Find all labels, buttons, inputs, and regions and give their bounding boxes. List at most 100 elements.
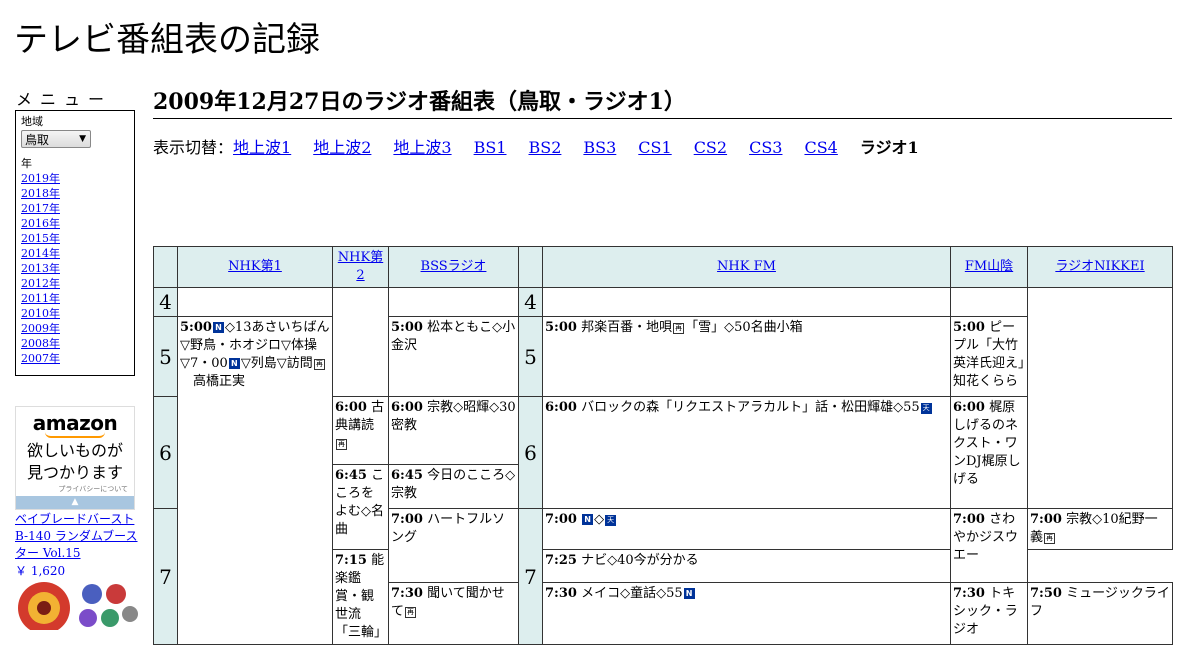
program-cell[interactable]: 7:50 ミュージックライフ (1027, 582, 1173, 645)
channel-header: FM山陰 (950, 246, 1028, 288)
hour-label: 7 (518, 508, 543, 645)
hour-label: 6 (518, 396, 543, 509)
program-cell[interactable]: 6:45 今日のこころ◇宗教 (388, 464, 519, 509)
switch-link-terrestrial2[interactable]: 地上波2 (313, 138, 371, 157)
program-cell[interactable]: 6:00 梶原しげるのネクスト・ワンDJ梶原しげる (950, 396, 1028, 509)
year-link[interactable]: 2013年 (21, 262, 60, 275)
news-icon: N (228, 358, 240, 369)
switch-link-bs2[interactable]: BS2 (528, 138, 561, 157)
program-cell[interactable]: 7:00 ハートフルソング (388, 507, 519, 584)
year-link[interactable]: 2011年 (21, 292, 60, 305)
view-switcher: 表示切替：地上波1 地上波2 地上波3 BS1 BS2 BS3 CS1 CS2 CS3 CS4 ラジ… (153, 134, 941, 158)
channel-header: BSSラジオ (388, 246, 519, 288)
year-link[interactable]: 2012年 (21, 277, 60, 290)
news-icon: N (683, 588, 695, 600)
program-cell[interactable]: 5:00 ピープル「大竹英洋氏迎え」知花くらら (950, 316, 1028, 397)
ad-privacy-link[interactable]: プライバシーについて (16, 484, 134, 494)
program-grid: NHK第1 NHK第2 BSSラジオ NHK FM FM山陰 ラジオNIKKEI… (153, 246, 1173, 645)
program-time: 7:00 (953, 512, 985, 527)
region-select-value: 鳥取 (25, 132, 50, 147)
switch-link-cs4[interactable]: CS4 (804, 138, 837, 157)
switch-link-terrestrial3[interactable]: 地上波3 (393, 138, 451, 157)
program-cell[interactable]: 6:00 古典講読再 (332, 396, 389, 465)
program-time: 7:30 (391, 586, 423, 602)
program-time: 7:25 (545, 553, 577, 568)
year-link[interactable]: 2016年 (21, 217, 60, 230)
program-cell[interactable]: 7:00 さわやかジスウエー (950, 507, 1028, 584)
hour-label: 4 (153, 287, 178, 317)
year-link[interactable]: 2010年 (21, 307, 60, 320)
rebroadcast-icon: 再 (1044, 533, 1056, 544)
year-link[interactable]: 2015年 (21, 232, 60, 245)
program-text: バロックの森「リクエストアラカルト」話・松田輝雄◇55 (581, 400, 920, 415)
program-cell[interactable]: 7:00 N ◇ 天 (542, 508, 951, 550)
rebroadcast-icon: 再 (405, 607, 417, 619)
program-time: 5:00 (391, 320, 423, 335)
program-cell (388, 287, 519, 317)
news-icon: N (212, 322, 224, 333)
program-cell (950, 287, 1028, 317)
program-time: 5:00 (180, 320, 212, 335)
switch-link-cs1[interactable]: CS1 (638, 138, 671, 157)
program-cell (1027, 287, 1173, 509)
program-cell[interactable]: 5:00 邦楽百番・地唄再「雪」◇50名曲小箱 (542, 316, 951, 397)
program-cell[interactable]: 7:00 宗教◇10紀野一義再 (1027, 508, 1173, 550)
hour-label: 6 (153, 396, 178, 509)
channel-header: ラジオNIKKEI (1027, 246, 1173, 288)
year-link[interactable]: 2019年 (21, 172, 60, 185)
ad-line-2: 見つかります (26, 463, 123, 482)
product-price: ￥ 1,620 (15, 564, 66, 578)
program-time: 7:00 (391, 512, 423, 527)
program-cell[interactable]: 5:00 松本ともこ◇小金沢 (388, 316, 519, 397)
program-cell[interactable]: 7:30 聞いて聞かせて再 (388, 582, 519, 645)
corner-header (518, 246, 543, 288)
channel-link-bss[interactable]: BSSラジオ (421, 259, 487, 274)
program-cell[interactable]: 7:25 ナビ◇40今が分かる (542, 548, 951, 584)
program-time: 6:00 (953, 400, 985, 415)
region-select[interactable]: 鳥取 ▼ (21, 130, 91, 148)
switch-link-cs3[interactable]: CS3 (749, 138, 782, 157)
channel-link-nhk2[interactable]: NHK第2 (338, 250, 383, 283)
year-link[interactable]: 2008年 (21, 337, 60, 350)
year-link[interactable]: 2007年 (21, 352, 60, 365)
switch-link-bs1[interactable]: BS1 (474, 138, 507, 157)
program-cell[interactable]: 5:00 N ◇13あさいちばん▽野鳥・ホオジロ▽体操▽7・00 N ▽列島▽訪問再 高… (177, 316, 333, 645)
switch-link-terrestrial1[interactable]: 地上波1 (233, 138, 291, 157)
channel-link-nikkei[interactable]: ラジオNIKKEI (1055, 259, 1144, 274)
program-time: 7:00 (545, 512, 577, 527)
program-cell (177, 287, 333, 317)
program-cell[interactable]: 6:45 こころをよむ◇名曲 (332, 464, 389, 550)
ad-collapse-bar[interactable]: ▲ (16, 496, 134, 509)
switch-link-cs2[interactable]: CS2 (694, 138, 727, 157)
site-title: テレビ番組表の記録 (14, 20, 320, 60)
amazon-logo: amazon (32, 411, 118, 435)
program-time: 7:30 (953, 586, 985, 602)
amazon-ad[interactable]: amazon 欲しいものが 見つかります プライバシーについて ▲ (15, 406, 135, 510)
channel-link-fmsanin[interactable]: FM山陰 (965, 259, 1013, 274)
year-link[interactable]: 2018年 (21, 187, 60, 200)
channel-link-nhkfm[interactable]: NHK FM (717, 259, 776, 274)
switch-link-bs3[interactable]: BS3 (583, 138, 616, 157)
year-link[interactable]: 2009年 (21, 322, 60, 335)
program-cell[interactable]: 6:00 宗教◇昭輝◇30密教 (388, 396, 519, 465)
program-text: ナビ◇40今が分かる (581, 553, 699, 568)
hour-label: 4 (518, 287, 543, 317)
product-link[interactable]: ベイブレードバースト B-140 ランダムブースター Vol.15 (15, 511, 140, 562)
year-link[interactable]: 2014年 (21, 247, 60, 260)
page-title: 2009年12月27日のラジオ番組表（鳥取・ラジオ1） (153, 84, 1172, 119)
program-cell (542, 287, 951, 317)
program-time: 7:50 (1030, 586, 1062, 602)
ad-line-1: 欲しいものが (26, 441, 123, 460)
program-cell[interactable]: 7:15 能楽鑑賞・観世流「三輪」 (332, 549, 389, 645)
program-time: 6:45 (335, 468, 367, 483)
program-cell[interactable]: 6:00 バロックの森「リクエストアラカルト」話・松田輝雄◇55 天 (542, 396, 951, 509)
program-cell[interactable]: 7:30 トキシック・ラジオ (950, 582, 1028, 645)
program-cell[interactable]: 7:30 メイコ◇童話◇55 N (542, 582, 951, 645)
year-label: 年 (21, 157, 32, 170)
year-link[interactable]: 2017年 (21, 202, 60, 215)
program-time: 7:00 (1030, 512, 1062, 527)
product-image[interactable] (18, 582, 138, 630)
program-text: ▽列島▽訪問 (240, 356, 313, 371)
hour-label: 5 (153, 316, 178, 397)
channel-link-nhk1[interactable]: NHK第1 (228, 259, 282, 274)
